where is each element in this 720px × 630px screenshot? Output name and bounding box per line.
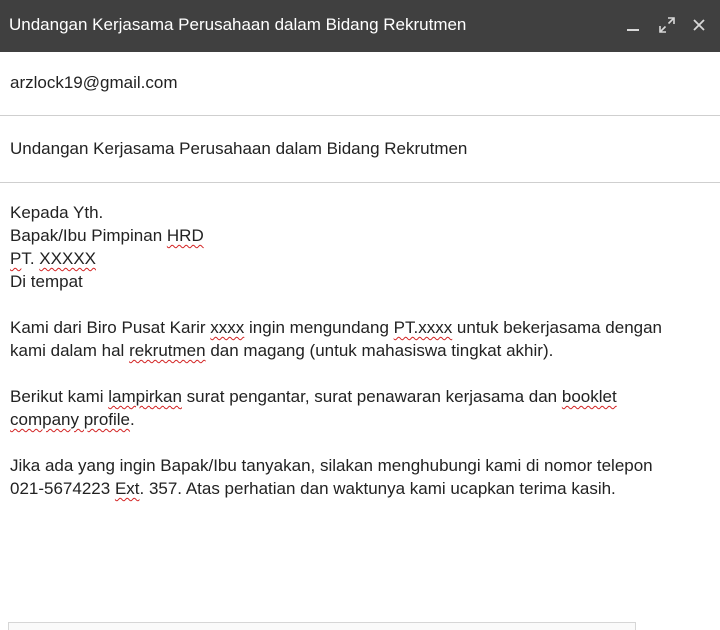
compose-title: Undangan Kerjasama Perusahaan dalam Bida… — [9, 15, 467, 34]
close-icon — [693, 19, 705, 31]
compose-titlebar[interactable]: Undangan Kerjasama Perusahaan dalam Bida… — [0, 0, 720, 52]
body-text-span: kami dalam hal — [10, 341, 130, 360]
body-blank-line — [10, 431, 710, 454]
misspelled-word: booklet — [561, 387, 617, 406]
misspelled-word: Ext — [114, 479, 140, 498]
body-text-span: Berikut kami — [10, 387, 109, 406]
body-paragraph-2-line-1: Berikut kami lampirkan surat pengantar, … — [10, 385, 710, 408]
misspelled-word: PT.xxxx — [393, 318, 453, 337]
body-text-span: Di tempat — [10, 272, 83, 291]
body-text-span: Kami dari Biro Pusat Karir — [10, 318, 211, 337]
expand-button[interactable] — [655, 12, 679, 38]
close-button[interactable] — [687, 12, 711, 38]
message-body-text[interactable]: Kepada Yth. Bapak/Ibu Pimpinan HRD PT. X… — [10, 201, 710, 500]
body-text-span: 021-5674223 — [10, 479, 115, 498]
body-blank-line — [10, 362, 710, 385]
body-line-recipient: Bapak/Ibu Pimpinan HRD — [10, 224, 710, 247]
body-text-span: ingin mengundang — [244, 318, 394, 337]
recipients-field[interactable]: arzlock19@gmail.com — [0, 52, 720, 116]
body-paragraph-3-line-2: 021-5674223 Ext. 357. Atas perhatian dan… — [10, 477, 710, 500]
body-text-span: Bapak/Ibu Pimpinan — [10, 226, 167, 245]
body-line-company: PT. XXXXX — [10, 247, 710, 270]
misspelled-word: xxxx — [210, 318, 245, 337]
misspelled-word: P — [10, 249, 22, 268]
body-text-span: untuk bekerjasama dengan — [452, 318, 663, 337]
body-line-place: Di tempat — [10, 270, 710, 293]
body-line-salutation: Kepada Yth. — [10, 201, 710, 224]
subject-field[interactable]: Undangan Kerjasama Perusahaan dalam Bida… — [0, 116, 720, 183]
body-text-span: . 357. Atas perhatian dan waktunya kami … — [139, 479, 616, 498]
body-text-span: . — [130, 410, 135, 429]
body-text-span: Kepada Yth. — [10, 203, 104, 222]
minimize-icon — [627, 29, 639, 31]
expand-icon — [659, 17, 675, 33]
compose-toolbar-edge — [8, 622, 636, 630]
misspelled-word: company profile — [10, 410, 131, 429]
misspelled-word: lampirkan — [108, 387, 182, 406]
body-paragraph-1-line-1: Kami dari Biro Pusat Karir xxxx ingin me… — [10, 316, 710, 339]
body-text-span: T. — [21, 249, 40, 268]
recipient-address[interactable]: arzlock19@gmail.com — [10, 73, 177, 93]
subject-text[interactable]: Undangan Kerjasama Perusahaan dalam Bida… — [10, 139, 467, 159]
minimize-button[interactable] — [621, 12, 645, 38]
misspelled-word: XXXXX — [39, 249, 96, 268]
body-paragraph-3-line-1: Jika ada yang ingin Bapak/Ibu tanyakan, … — [10, 454, 710, 477]
body-text-span: Jika ada yang ingin Bapak/Ibu tanyakan, … — [10, 456, 653, 475]
compose-window: Undangan Kerjasama Perusahaan dalam Bida… — [0, 0, 720, 630]
body-paragraph-2-line-2: company profile. — [10, 408, 710, 431]
body-paragraph-1-line-2: kami dalam hal rekrutmen dan magang (unt… — [10, 339, 710, 362]
body-blank-line — [10, 293, 710, 316]
misspelled-word: HRD — [166, 226, 204, 245]
body-text-span: surat pengantar, surat penawaran kerjasa… — [181, 387, 562, 406]
misspelled-word: rekrutmen — [129, 341, 206, 360]
body-text-span: dan magang (untuk mahasiswa tingkat akhi… — [205, 341, 554, 360]
message-body[interactable]: Kepada Yth. Bapak/Ibu Pimpinan HRD PT. X… — [0, 184, 720, 630]
